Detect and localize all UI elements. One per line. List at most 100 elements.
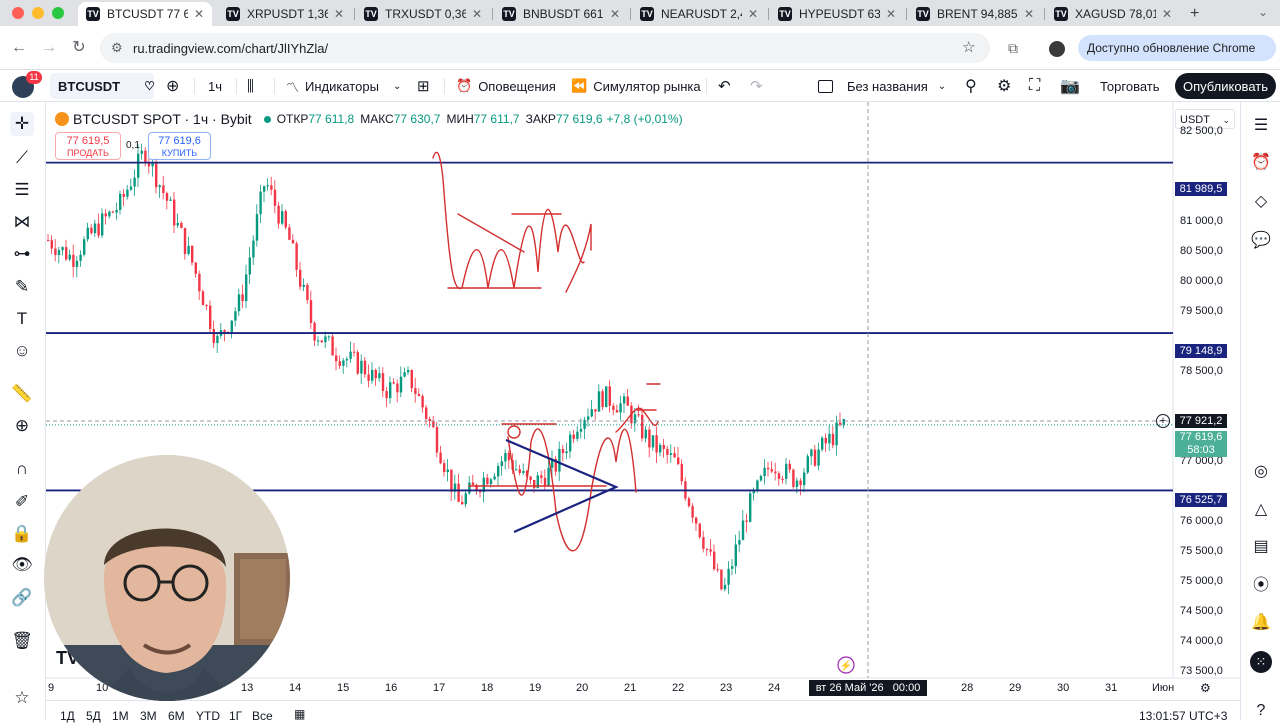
lock-pencil-icon[interactable]: ✐ — [10, 490, 34, 514]
close-window-button[interactable] — [12, 7, 24, 19]
help-icon[interactable]: ? — [1250, 700, 1272, 722]
range-1m[interactable]: 1М — [112, 709, 129, 723]
ruler-icon[interactable]: 📏 — [10, 382, 34, 406]
range-all[interactable]: Все — [252, 709, 273, 723]
add-alert-plus-icon[interactable]: + — [1156, 414, 1170, 428]
range-1d[interactable]: 1Д — [60, 709, 75, 723]
candle-body — [522, 470, 525, 473]
range-6m[interactable]: 6М — [168, 709, 185, 723]
publish-button[interactable]: Опубликовать — [1175, 73, 1276, 99]
omnibox[interactable]: ⚙ ru.tradingview.com/chart/JlIYhZla/ ☆ — [100, 33, 990, 63]
candle-body — [619, 403, 622, 413]
minimize-window-button[interactable] — [32, 7, 44, 19]
browser-tab-hypeusdt[interactable]: TV HYPEUSDT 63,3 ✕ — [770, 2, 904, 26]
emoji-icon[interactable]: ☺ — [10, 339, 34, 363]
indicators-dropdown-icon[interactable]: ⌄ — [393, 70, 401, 102]
close-tab-icon[interactable]: ✕ — [334, 7, 344, 21]
layout-button[interactable]: Без названия ⌄ — [818, 70, 946, 102]
fullscreen-icon[interactable]: ⛶ — [1029, 70, 1040, 102]
chat-icon[interactable]: 💬 — [1250, 230, 1272, 252]
templates-icon[interactable]: ⊞ — [417, 70, 430, 102]
forecast-icon[interactable]: ⊶ — [10, 242, 34, 266]
range-1y[interactable]: 1Г — [229, 709, 242, 723]
redo-icon[interactable]: ↷ — [750, 70, 763, 102]
site-info-icon[interactable]: ⚙ — [111, 40, 123, 56]
browser-tab-bnbusdt[interactable]: TV BNBUSDT 661,6 ✕ — [494, 2, 628, 26]
symbol-search-button[interactable]: BTCUSDT ♡ — [50, 73, 155, 99]
close-tab-icon[interactable]: ✕ — [610, 7, 620, 21]
quick-search-icon[interactable]: ⚲ — [965, 70, 977, 102]
target-icon[interactable]: ◎ — [1250, 461, 1272, 483]
clock-text[interactable]: 13:01:57 UTC+3 — [1139, 709, 1227, 723]
zoom-in-icon[interactable]: ⊕ — [10, 414, 34, 438]
back-icon[interactable]: ← — [8, 37, 30, 59]
close-tab-icon[interactable]: ✕ — [472, 7, 482, 21]
layers-icon[interactable]: ◇ — [1250, 191, 1272, 213]
extensions-icon[interactable]: ⧉ — [1002, 37, 1024, 59]
range-5d[interactable]: 5Д — [86, 709, 101, 723]
close-tab-icon[interactable]: ✕ — [748, 7, 758, 21]
lock-icon[interactable]: 🔒 — [10, 522, 34, 546]
profile-avatar[interactable] — [1049, 41, 1065, 57]
brush-icon[interactable]: ✎ — [10, 275, 34, 299]
candle-body — [79, 254, 82, 261]
browser-tab-xagusd[interactable]: TV XAGUSD 78,010 ✕ — [1046, 2, 1180, 26]
url-text[interactable]: ru.tradingview.com/chart/JlIYhZla/ — [133, 41, 328, 56]
bookmark-star-icon[interactable]: ☆ — [962, 38, 975, 56]
chrome-update-button[interactable]: Доступно обновление Chrome — [1078, 35, 1276, 61]
broadcast-icon[interactable]: ⦿ — [1250, 575, 1272, 597]
notifications-icon[interactable]: 🔔 — [1250, 612, 1272, 634]
close-tab-icon[interactable]: ✕ — [1162, 7, 1172, 21]
alerts-button[interactable]: ⏰ Оповещения — [456, 70, 556, 102]
browser-tab-btcusdt[interactable]: TV BTCUSDT 77 61 ✕ — [78, 2, 212, 26]
forward-icon[interactable]: → — [38, 37, 60, 59]
browser-tab-nearusdt[interactable]: TV NEARUSDT 2,42 ✕ — [632, 2, 766, 26]
trash-icon[interactable]: 🗑 — [10, 629, 34, 653]
trendline-icon[interactable]: ⟋ — [10, 146, 34, 170]
time-axis-settings-icon[interactable]: ⚙ — [1200, 681, 1211, 695]
range-3m[interactable]: 3М — [140, 709, 157, 723]
heart-add-icon[interactable]: ♡ — [144, 79, 155, 93]
new-tab-button[interactable]: + — [1182, 2, 1206, 26]
goto-date-icon[interactable]: ▦ — [294, 707, 305, 721]
browser-tab-brent[interactable]: TV BRENT 94,885 ✕ — [908, 2, 1042, 26]
camera-icon[interactable]: 📷 — [1060, 70, 1080, 102]
browser-tab-trxusdt[interactable]: TV TRXUSDT 0,366 ✕ — [356, 2, 490, 26]
candle-body — [756, 480, 759, 491]
watchlist-icon[interactable]: ☰ — [1250, 115, 1272, 137]
sell-button[interactable]: 77 619,5 ПРОДАТЬ — [55, 132, 121, 160]
reload-icon[interactable]: ↻ — [68, 37, 90, 59]
candle-body — [248, 257, 251, 275]
eye-icon[interactable]: 👁 — [10, 553, 34, 577]
text-icon[interactable]: T — [10, 307, 34, 331]
lightning-icon[interactable]: ⚡ — [837, 656, 855, 674]
buy-button[interactable]: 77 619,6 КУПИТЬ — [148, 132, 211, 160]
browser-tab-xrpusdt[interactable]: TV XRPUSDT 1,361 ✕ — [218, 2, 352, 26]
candle-style-icon[interactable]: ⫼ — [247, 70, 254, 102]
maximize-window-button[interactable] — [52, 7, 64, 19]
link-icon[interactable]: 🔗 — [10, 586, 34, 610]
close-tab-icon[interactable]: ✕ — [1024, 7, 1034, 21]
calendar-icon[interactable]: ▤ — [1250, 536, 1272, 558]
replay-button[interactable]: ⏪ Симулятор рынка — [571, 70, 701, 102]
close-tab-icon[interactable]: ✕ — [886, 7, 896, 21]
tradingview-favicon-icon: TV — [364, 7, 378, 21]
indicators-button[interactable]: 〽 Индикаторы — [286, 70, 379, 102]
crosshair-icon[interactable]: ✛ — [10, 112, 34, 136]
interval-button[interactable]: 1ч — [208, 70, 222, 102]
range-ytd[interactable]: YTD — [196, 709, 220, 723]
apps-grid-icon[interactable]: ⁙ — [1250, 651, 1272, 673]
ideas-icon[interactable]: △ — [1250, 499, 1272, 521]
tab-list-chevron-icon[interactable]: ⌄ — [1258, 5, 1268, 19]
star-icon[interactable]: ☆ — [10, 686, 34, 710]
alerts-clock-icon[interactable]: ⏰ — [1250, 152, 1272, 174]
close-tab-icon[interactable]: ✕ — [194, 7, 204, 21]
settings-gear-icon[interactable]: ⚙ — [997, 70, 1011, 102]
undo-icon[interactable]: ↶ — [718, 70, 731, 102]
pattern-icon[interactable]: ⋈ — [10, 210, 34, 234]
compare-add-icon[interactable]: ⊕ — [166, 70, 179, 102]
trade-button[interactable]: Торговать — [1100, 70, 1160, 102]
candle-body — [507, 452, 511, 461]
fib-levels-icon[interactable]: ☰ — [10, 178, 34, 202]
magnet-icon[interactable]: ∩ — [10, 457, 34, 481]
